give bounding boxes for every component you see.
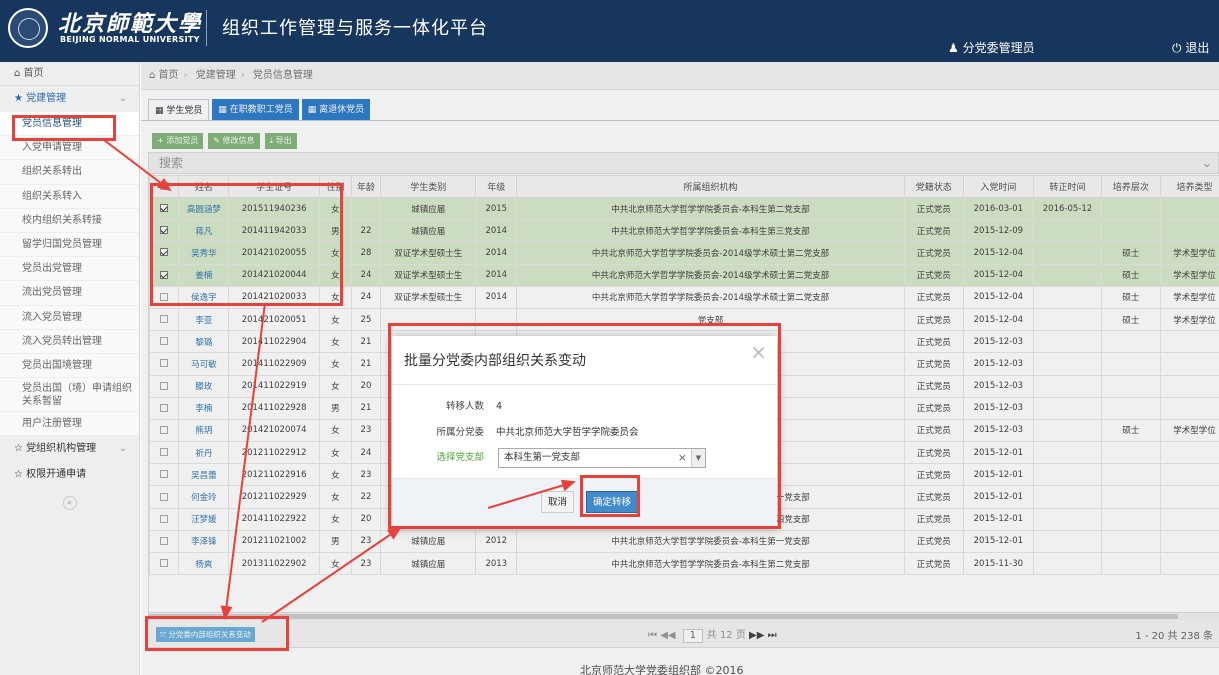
sidebar-group-perm[interactable]: ☆ 权限开通申请	[0, 462, 139, 488]
branch-select-value: 本科生第一党支部	[504, 452, 581, 463]
sidebar-item-user-reg[interactable]: 用户注册管理	[0, 412, 139, 437]
sidebar-group-org[interactable]: ☆ 党组织机构管理 ⌄	[0, 436, 139, 462]
star-outline-icon: ☆	[14, 443, 23, 455]
sidebar-group-label: 党组织机构管理	[26, 443, 97, 455]
user-menu[interactable]: ♟ 分党委管理员	[948, 39, 1035, 56]
logo-english: BEIJING NORMAL UNIVERSITY	[60, 35, 200, 44]
sidebar-item-outflow[interactable]: 流出党员管理	[0, 281, 139, 306]
sidebar-group-label: 党建管理	[26, 93, 67, 104]
user-icon: ♟	[948, 41, 959, 55]
user-label: 分党委管理员	[962, 41, 1035, 55]
university-seal-logo	[8, 8, 48, 48]
clear-icon[interactable]: ×	[678, 449, 687, 467]
sidebar-item-abroad-retain[interactable]: 党员出国（境）申请组织关系暂留	[0, 378, 139, 413]
chevron-down-icon: ⌄	[118, 93, 127, 104]
home-icon: ⌂	[14, 68, 21, 79]
logout-label: 退出	[1185, 41, 1210, 55]
sidebar-home[interactable]: ⌂ 首页	[0, 62, 139, 86]
sidebar-item-returnee[interactable]: 留学归国党员管理	[0, 232, 139, 258]
committee-label: 所属分党委	[436, 427, 484, 438]
header-divider	[206, 10, 207, 46]
sidebar-item-exit[interactable]: 党员出党管理	[0, 257, 139, 282]
sidebar-item-internal-transfer[interactable]: 校内组织关系转接	[0, 208, 139, 233]
chevron-down-icon[interactable]: ▼	[691, 449, 705, 467]
logout-button[interactable]: ⏻ 退出	[1172, 39, 1209, 56]
star-outline-icon: ☆	[14, 469, 23, 481]
branch-select[interactable]: 本科生第一党支部 × ▼	[498, 448, 706, 468]
sidebar-item-abroad[interactable]: 党员出国境管理	[0, 353, 139, 379]
sidebar-item-application[interactable]: 入党申请管理	[0, 136, 139, 161]
committee-value: 中共北京师范大学哲学学院委员会	[496, 427, 639, 438]
power-icon: ⏻	[1172, 41, 1182, 55]
committee-row: 所属分党委 中共北京师范大学哲学学院委员会	[392, 424, 777, 442]
sidebar-group-label: 权限开通申请	[26, 469, 87, 481]
branch-label: 选择党支部	[436, 452, 484, 463]
transfer-count-row: 转移人数 4	[392, 398, 777, 416]
sidebar-item-inflow[interactable]: 流入党员管理	[0, 305, 139, 330]
confirm-transfer-button[interactable]: 确定转移	[586, 491, 639, 513]
count-value: 4	[496, 401, 503, 412]
logo-chinese: 北京師範大學	[58, 11, 203, 37]
collapse-sidebar-icon[interactable]: «	[62, 496, 77, 511]
sidebar-item-member-info[interactable]: 党员信息管理	[0, 112, 139, 137]
cancel-button[interactable]: 取消	[541, 491, 575, 513]
close-icon[interactable]: ×	[750, 340, 767, 364]
dialog-title: 批量分党委内部组织关系变动	[404, 353, 586, 369]
dialog-divider	[392, 384, 777, 385]
system-title: 组织工作管理与服务一体化平台	[222, 18, 488, 39]
sidebar-group-party[interactable]: ★ 党建管理 ⌄	[0, 86, 139, 112]
dialog-footer: 取消 确定转移	[392, 478, 777, 526]
sidebar-item-transfer-in[interactable]: 组织关系转入	[0, 184, 139, 209]
chevron-down-icon: ⌄	[118, 443, 127, 455]
sidebar-home-label: 首页	[23, 68, 44, 79]
batch-transfer-dialog: 批量分党委内部组织关系变动 × 转移人数 4 所属分党委 中共北京师范大学哲学学院委…	[392, 336, 777, 526]
sidebar: ⌂ 首页 ★ 党建管理 ⌄ 党员信息管理 入党申请管理 组织关系转出 组织关系转入…	[0, 62, 140, 675]
star-icon: ★	[14, 93, 23, 104]
count-label: 转移人数	[445, 401, 484, 412]
sidebar-item-inflow-out[interactable]: 流入党员转出管理	[0, 329, 139, 354]
sidebar-item-transfer-out[interactable]: 组织关系转出	[0, 160, 139, 185]
top-header: 北京師範大學 BEIJING NORMAL UNIVERSITY 组织工作管理与…	[0, 0, 1219, 62]
